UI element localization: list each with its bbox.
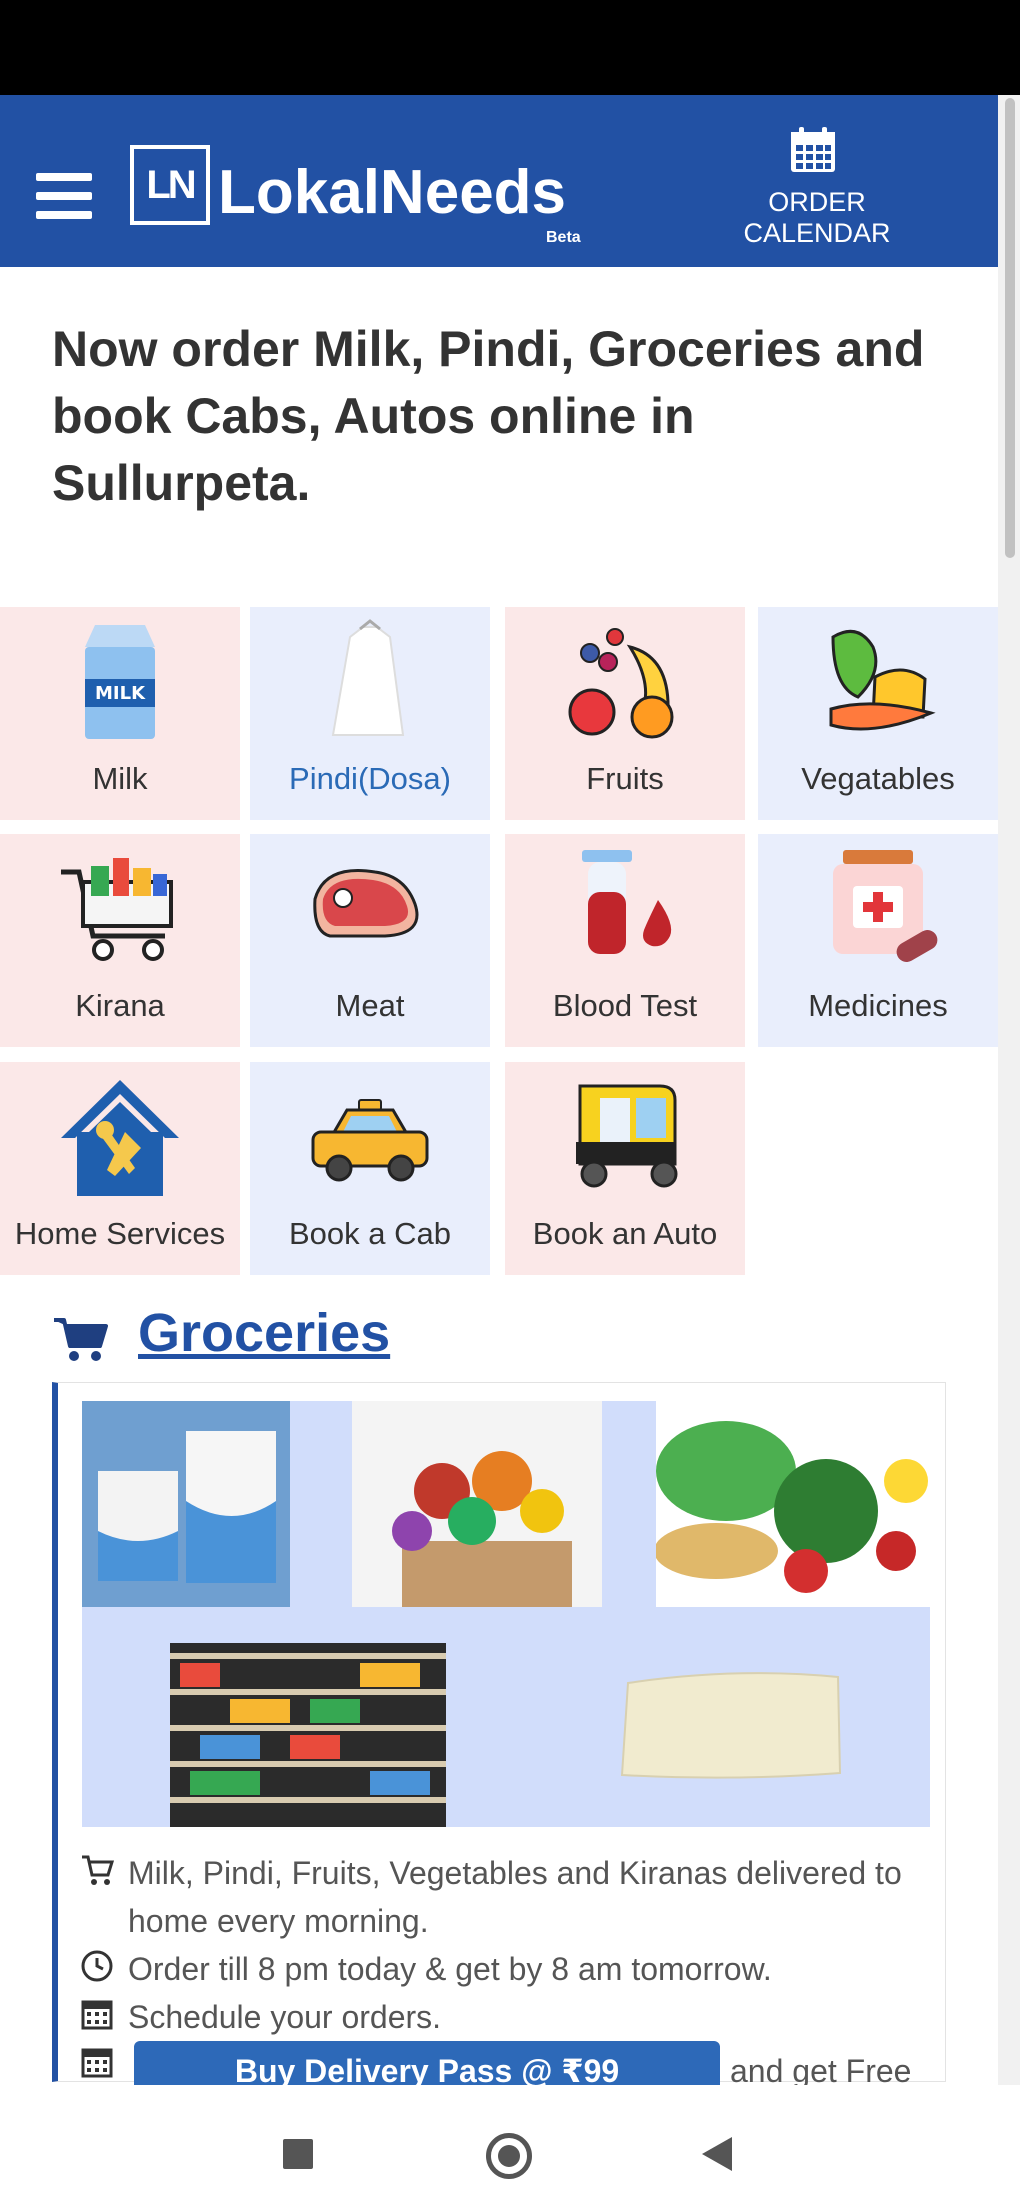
supermarket-shelves-photo [170, 1643, 446, 1827]
app-header: LN LokalNeeds Beta ORDER CALENDAR [0, 95, 998, 267]
order-calendar-link[interactable]: ORDER CALENDAR [692, 187, 942, 249]
groceries-card[interactable]: Milk, Pindi, Fruits, Vegetables and Kira… [52, 1382, 946, 2101]
order-cutoff-text: Order till 8 pm today & get by 8 am tomo… [128, 1951, 772, 1987]
category-meat[interactable]: Meat [250, 834, 490, 1047]
schedule-text: Schedule your orders. [128, 1999, 442, 2035]
android-nav-bar [0, 2085, 1020, 2210]
category-milk[interactable]: MILK Milk [0, 607, 240, 820]
cart-icon [82, 1855, 114, 1885]
category-label: Home Services [14, 1216, 226, 1251]
category-fruits[interactable]: Fruits [505, 607, 745, 820]
home-services-icon [61, 1080, 179, 1196]
category-label: Meat [335, 988, 405, 1023]
fruits-icon [568, 628, 674, 739]
taxi-icon [311, 1099, 429, 1182]
beta-badge: Beta [546, 229, 581, 246]
calendar-icon[interactable] [788, 125, 838, 175]
scrollbar-thumb[interactable] [1005, 98, 1015, 558]
auto-rickshaw-icon [576, 1084, 678, 1188]
cart-icon [54, 1318, 108, 1361]
flour-packet-photo [620, 1672, 842, 1779]
page-headline: Now order Milk, Pindi, Groceries and boo… [52, 321, 925, 511]
blood-test-icon [582, 850, 672, 954]
category-medicines[interactable]: Medicines [758, 834, 998, 1047]
home-icon[interactable] [486, 2133, 532, 2179]
category-label: Book an Auto [532, 1216, 718, 1251]
delivery-info-text: Milk, Pindi, Fruits, Vegetables and Kira… [128, 1855, 902, 1939]
category-book-cab[interactable]: Book a Cab [250, 1062, 490, 1275]
category-kirana[interactable]: Kirana [0, 834, 240, 1047]
category-pindi[interactable]: Pindi(Dosa) [250, 607, 490, 820]
category-label: Vegatables [801, 761, 955, 796]
vegetables-photo [656, 1401, 930, 1607]
category-label: Kirana [75, 988, 165, 1023]
category-label: Blood Test [552, 988, 698, 1023]
menu-icon[interactable] [36, 173, 92, 219]
vegetables-icon [829, 629, 936, 731]
category-label: Book a Cab [289, 1216, 451, 1251]
logo-mark[interactable]: LN [130, 145, 210, 225]
category-book-auto[interactable]: Book an Auto [505, 1062, 745, 1275]
category-blood-test[interactable]: Blood Test [505, 834, 745, 1047]
category-vegetables[interactable]: Vegatables [758, 607, 998, 820]
category-label: Fruits [586, 761, 664, 796]
category-home-services[interactable]: Home Services [0, 1062, 240, 1275]
category-label: Medicines [808, 988, 948, 1023]
status-bar [0, 0, 1020, 95]
calendar-icon [81, 2000, 113, 2030]
groceries-collage [82, 1401, 930, 1827]
recents-icon[interactable] [283, 2139, 313, 2169]
category-label: Pindi(Dosa) [289, 761, 451, 796]
category-label: Milk [92, 761, 148, 796]
medicine-icon [833, 850, 938, 962]
grocery-bag-photo [352, 1401, 602, 1607]
svg-text:MILK: MILK [95, 683, 146, 704]
grocery-cart-icon [61, 858, 173, 961]
logo-text[interactable]: LokalNeeds [218, 157, 566, 228]
meat-icon [313, 869, 419, 938]
flour-bag-icon [331, 619, 405, 736]
groceries-title-link[interactable]: Groceries [138, 1302, 390, 1364]
clock-icon [81, 1950, 113, 1982]
calendar-icon [81, 2048, 113, 2078]
milk-carton-icon: MILK [85, 625, 155, 739]
milk-cartons-photo [82, 1401, 290, 1607]
back-icon[interactable] [702, 2137, 732, 2171]
